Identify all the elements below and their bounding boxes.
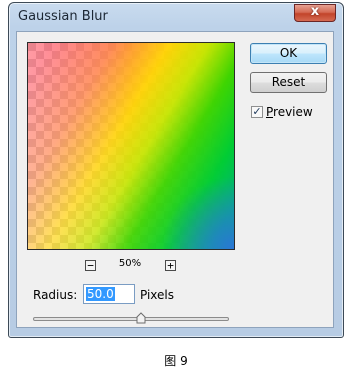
preview-label-rest: review bbox=[273, 105, 313, 119]
dialog-body: − 50% + OK Reset ✓ Preview Radius: 50.0 … bbox=[16, 31, 334, 328]
radius-value: 50.0 bbox=[86, 287, 115, 301]
radius-input[interactable]: 50.0 bbox=[83, 284, 135, 304]
close-button[interactable]: x bbox=[294, 4, 336, 22]
title-bar[interactable]: Gaussian Blur x bbox=[9, 3, 343, 29]
radius-unit: Pixels bbox=[140, 288, 175, 302]
plus-icon: + bbox=[167, 259, 174, 272]
zoom-level: 50% bbox=[118, 258, 142, 269]
zoom-in-button[interactable]: + bbox=[165, 260, 176, 271]
radius-label: Radius: bbox=[33, 288, 78, 302]
radius-slider-thumb[interactable] bbox=[136, 312, 146, 324]
preview-label-mnemonic: P bbox=[266, 105, 274, 119]
close-icon: x bbox=[310, 4, 320, 19]
preview-checkbox[interactable]: ✓ bbox=[251, 106, 263, 118]
zoom-out-button[interactable]: − bbox=[85, 260, 96, 271]
ok-button[interactable]: OK bbox=[250, 43, 327, 64]
figure-caption: 图 9 bbox=[164, 354, 188, 368]
preview-label: Preview bbox=[266, 105, 313, 119]
dialog-title: Gaussian Blur bbox=[18, 9, 108, 24]
preview-area[interactable] bbox=[27, 42, 235, 250]
reset-button[interactable]: Reset bbox=[250, 72, 327, 93]
checkmark-icon: ✓ bbox=[252, 105, 262, 118]
minus-icon: − bbox=[87, 259, 94, 272]
radius-slider-track[interactable] bbox=[33, 317, 229, 321]
preview-image bbox=[28, 43, 234, 249]
